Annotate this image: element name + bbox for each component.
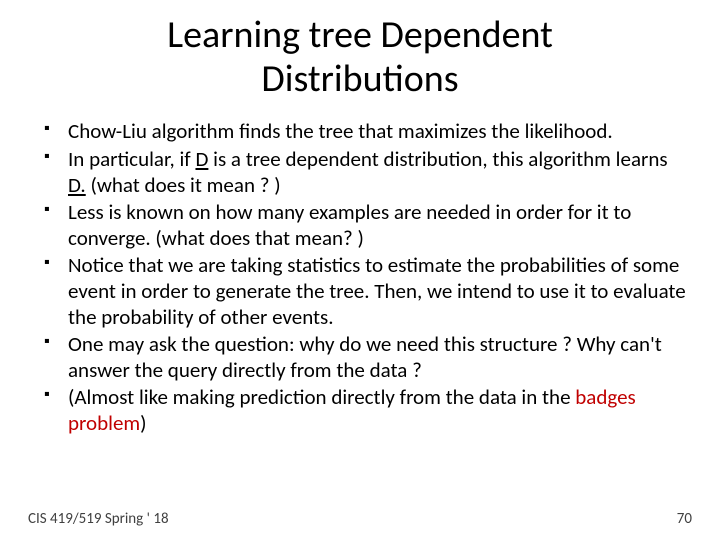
bullet-text: (what does it mean ? ) (86, 172, 281, 198)
list-item: One may ask the question: why do we need… (68, 332, 692, 383)
list-item: Chow-Liu algorithm finds the tree that m… (68, 119, 692, 145)
list-item: Notice that we are taking statistics to … (68, 253, 692, 330)
bullet-text: is a tree dependent distribution, this a… (208, 146, 667, 172)
bullet-text: Notice that we are taking statistics to … (68, 252, 686, 329)
bullet-text: (Almost like making prediction directly … (68, 384, 575, 410)
bullet-text: One may ask the question: why do we need… (68, 331, 662, 383)
bullet-list: Chow-Liu algorithm finds the tree that m… (28, 119, 692, 436)
list-item: (Almost like making prediction directly … (68, 385, 692, 436)
underlined-text: D. (68, 172, 86, 198)
slide-title: Learning tree Dependent Distributions (28, 14, 692, 101)
underlined-text: D (195, 146, 208, 172)
slide-footer: CIS 419/519 Spring ' 18 70 (28, 510, 692, 528)
bullet-text: ) (140, 410, 146, 436)
footer-course: CIS 419/519 Spring ' 18 (28, 510, 169, 528)
list-item: Less is known on how many examples are n… (68, 200, 692, 251)
list-item: In particular, if D is a tree dependent … (68, 147, 692, 198)
bullet-text: Chow-Liu algorithm finds the tree that m… (68, 118, 613, 144)
bullet-text: In particular, if (68, 146, 195, 172)
bullet-text: Less is known on how many examples are n… (68, 199, 631, 251)
footer-page-number: 70 (677, 510, 692, 528)
